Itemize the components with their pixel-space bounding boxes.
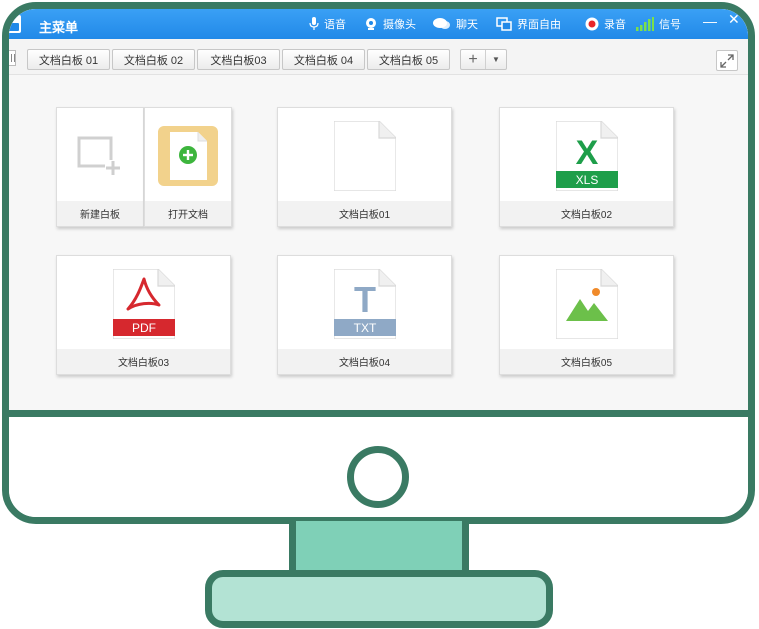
window-title: 主菜单 — [39, 20, 79, 35]
signal-label: 信号 — [659, 19, 681, 31]
layout-label: 界面自由 — [517, 19, 561, 31]
new-whiteboard-card[interactable]: 新建白板 — [56, 107, 144, 227]
close-button[interactable]: ✕ — [728, 11, 742, 28]
add-tab-button[interactable]: + — [461, 50, 486, 69]
add-tab-control: + ▼ — [460, 49, 507, 70]
monitor-chin — [9, 424, 748, 517]
tab-bar: 文档白板 01 文档白板 02 文档白板03 文档白板 04 文档白板 05 +… — [9, 39, 748, 75]
tab-dropdown-button[interactable]: ▼ — [486, 50, 506, 69]
signal-indicator[interactable]: 信号 — [636, 15, 681, 33]
chat-button[interactable]: 聊天 — [433, 15, 478, 33]
title-bar: 主菜单 语音 摄像头 聊天 界面自由 录音 信号 — ✕ — [9, 9, 748, 39]
txt-badge: TXT — [353, 321, 376, 335]
whiteboard-label-02: 文档白板02 — [500, 201, 673, 226]
open-document-icon — [158, 125, 218, 186]
monitor-frame: 主菜单 语音 摄像头 聊天 界面自由 录音 信号 — ✕ 文档白板 01 文档白… — [2, 2, 755, 524]
fullscreen-button[interactable] — [716, 50, 738, 71]
open-document-card[interactable]: 打开文档 — [144, 107, 232, 227]
tab-menu-grip-icon[interactable] — [9, 50, 16, 66]
pdf-file-icon: PDF — [112, 268, 175, 339]
whiteboard-label-01: 文档白板01 — [278, 201, 451, 226]
layout-button[interactable]: 界面自由 — [496, 15, 561, 33]
chat-label: 聊天 — [456, 19, 478, 31]
xls-badge: XLS — [575, 173, 598, 187]
whiteboard-card-03[interactable]: PDF 文档白板03 — [56, 255, 231, 375]
whiteboard-card-01[interactable]: 文档白板01 — [277, 107, 452, 227]
whiteboard-label-04: 文档白板04 — [278, 349, 451, 374]
microphone-icon — [309, 17, 319, 31]
minimize-button[interactable]: — — [703, 13, 717, 29]
xls-glyph: X — [575, 134, 598, 172]
record-button[interactable]: 录音 — [585, 15, 626, 33]
new-whiteboard-icon — [77, 136, 121, 176]
monitor-stand-base — [205, 570, 553, 628]
whiteboard-card-05[interactable]: 文档白板05 — [499, 255, 674, 375]
app-logo-icon — [9, 15, 21, 33]
tab-whiteboard-03[interactable]: 文档白板03 — [197, 49, 280, 70]
xls-file-icon: X XLS — [555, 120, 618, 191]
whiteboard-card-04[interactable]: T TXT 文档白板04 — [277, 255, 452, 375]
whiteboard-label-03: 文档白板03 — [57, 349, 230, 374]
power-button-icon — [347, 446, 409, 508]
layout-icon — [496, 17, 512, 31]
txt-glyph: T — [354, 279, 376, 320]
voice-label: 语音 — [324, 19, 346, 31]
pdf-badge: PDF — [132, 321, 156, 335]
camera-label: 摄像头 — [383, 19, 416, 31]
tab-whiteboard-04[interactable]: 文档白板 04 — [282, 49, 365, 70]
whiteboard-label-05: 文档白板05 — [500, 349, 673, 374]
chat-icon — [433, 17, 451, 31]
signal-icon — [636, 17, 654, 31]
app-window: 主菜单 语音 摄像头 聊天 界面自由 录音 信号 — ✕ 文档白板 01 文档白… — [9, 9, 748, 417]
txt-file-icon: T TXT — [333, 268, 396, 339]
camera-button[interactable]: 摄像头 — [364, 15, 416, 33]
monitor-illustration: 主菜单 语音 摄像头 聊天 界面自由 录音 信号 — ✕ 文档白板 01 文档白… — [0, 0, 759, 629]
open-document-label: 打开文档 — [145, 201, 231, 226]
camera-icon — [364, 17, 378, 31]
record-icon — [585, 17, 599, 31]
tab-whiteboard-01[interactable]: 文档白板 01 — [27, 49, 110, 70]
monitor-stand-neck — [289, 521, 469, 577]
tab-whiteboard-05[interactable]: 文档白板 05 — [367, 49, 450, 70]
voice-button[interactable]: 语音 — [309, 15, 346, 33]
blank-document-icon — [333, 120, 396, 191]
tab-list: 文档白板 01 文档白板 02 文档白板03 文档白板 04 文档白板 05 — [27, 49, 450, 70]
new-whiteboard-label: 新建白板 — [57, 201, 143, 226]
expand-icon — [720, 53, 734, 68]
image-file-icon — [555, 268, 618, 339]
tab-whiteboard-02[interactable]: 文档白板 02 — [112, 49, 195, 70]
record-label: 录音 — [604, 19, 626, 31]
whiteboard-card-02[interactable]: X XLS 文档白板02 — [499, 107, 674, 227]
